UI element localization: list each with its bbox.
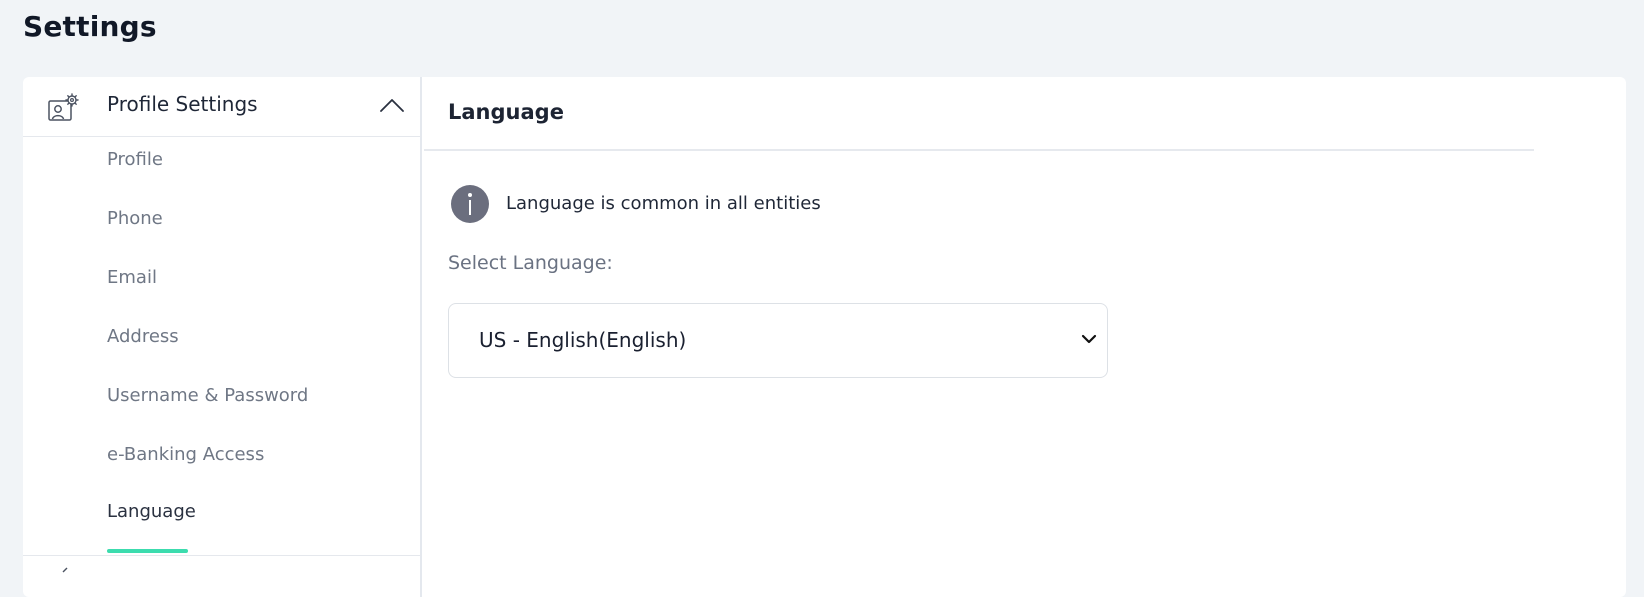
- info-text: Language is common in all entities: [506, 193, 821, 214]
- profile-settings-group-header[interactable]: Profile Settings: [23, 77, 422, 137]
- sidebar-item-profile[interactable]: Profile: [107, 149, 163, 170]
- profile-settings-icon: [48, 93, 79, 121]
- sidebar-item-address[interactable]: Address: [107, 326, 179, 347]
- section-title: Language: [448, 100, 564, 124]
- next-group-icon: [62, 567, 68, 573]
- language-select-value: US - English(English): [479, 328, 687, 352]
- chevron-down-icon: [1081, 334, 1097, 344]
- settings-card: Profile Settings Profile Phone Email Add…: [23, 77, 1626, 597]
- language-panel: Language Language is common in all entit…: [424, 77, 1626, 597]
- info-icon: [451, 185, 489, 223]
- profile-settings-label: Profile Settings: [107, 92, 258, 116]
- sidebar-item-language[interactable]: Language: [107, 501, 196, 522]
- section-divider: [424, 149, 1534, 151]
- sidebar-item-email[interactable]: Email: [107, 267, 157, 288]
- sidebar-item-e-banking-access[interactable]: e-Banking Access: [107, 444, 264, 465]
- settings-sidebar: Profile Settings Profile Phone Email Add…: [23, 77, 422, 597]
- sidebar-divider: [23, 555, 422, 556]
- select-language-label: Select Language:: [448, 252, 613, 274]
- active-item-indicator: [107, 549, 188, 553]
- sidebar-item-phone[interactable]: Phone: [107, 208, 163, 229]
- language-select[interactable]: US - English(English): [448, 303, 1108, 378]
- chevron-up-icon[interactable]: [379, 97, 405, 113]
- sidebar-item-username-password[interactable]: Username & Password: [107, 385, 308, 406]
- page-title: Settings: [23, 10, 157, 43]
